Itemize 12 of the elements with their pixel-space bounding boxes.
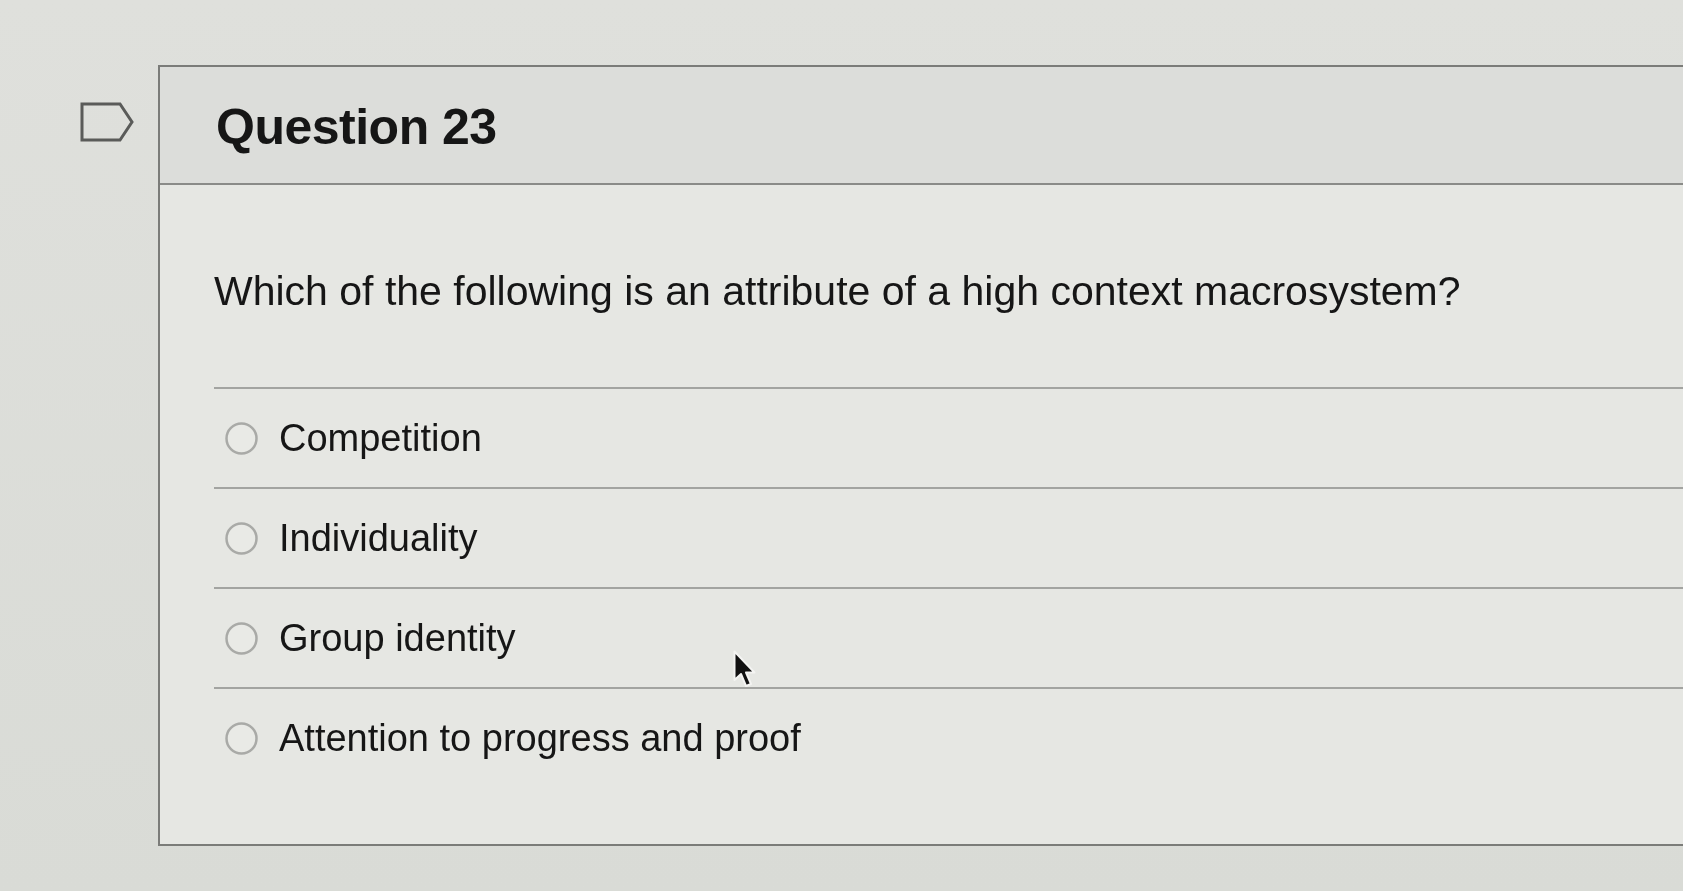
flag-icon[interactable] [80, 102, 134, 142]
radio-button[interactable] [225, 721, 258, 755]
radio-button[interactable] [225, 421, 258, 455]
mouse-pointer-icon [733, 650, 756, 688]
question-title: Question 23 [216, 98, 497, 156]
radio-button[interactable] [225, 621, 258, 655]
option-label[interactable]: Group identity [279, 616, 516, 660]
option-label[interactable]: Individuality [279, 516, 478, 560]
option-label[interactable]: Competition [279, 416, 482, 460]
option-label[interactable]: Attention to progress and proof [279, 716, 801, 760]
question-prompt: Which of the following is an attribute of a high context macrosystem? [214, 267, 1462, 315]
radio-button[interactable] [225, 521, 258, 555]
